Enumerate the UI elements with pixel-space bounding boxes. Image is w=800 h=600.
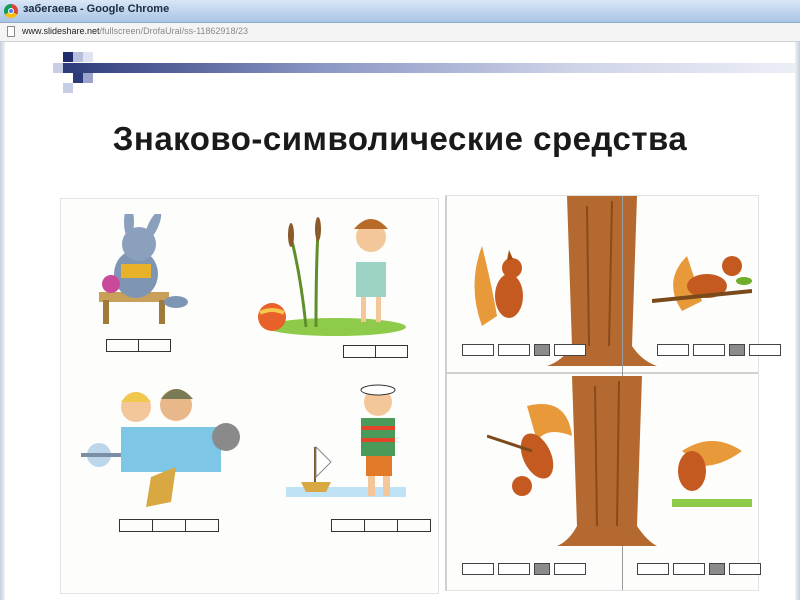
answer-box <box>462 344 494 356</box>
answer-box <box>693 344 725 356</box>
sailor-boy-with-boat-illustration <box>286 384 406 497</box>
panel-divider <box>447 372 758 374</box>
answer-box <box>554 344 586 356</box>
decor-square <box>63 52 73 62</box>
window-right-edge <box>795 0 800 600</box>
answer-box <box>554 563 586 575</box>
address-bar[interactable]: www.slideshare.net/fullscreen/DrofaUral/… <box>0 23 800 42</box>
scheme-lines <box>343 345 408 358</box>
answer-box <box>534 563 550 575</box>
illustration-panel-right <box>445 195 781 591</box>
decor-square <box>63 83 73 93</box>
answer-box <box>673 563 705 575</box>
decor-square <box>73 52 83 62</box>
answer-box <box>749 344 781 356</box>
answer-boxes-bottom <box>462 563 586 575</box>
illustration-panel-left <box>60 198 439 594</box>
squirrel-right-top-illustration <box>652 256 752 311</box>
answer-box <box>709 563 725 575</box>
answer-boxes-top <box>462 344 586 356</box>
girl-with-ball-illustration <box>258 217 406 336</box>
answer-box <box>534 344 550 356</box>
decor-square <box>83 73 93 83</box>
window-titlebar[interactable]: забегаева - Google Chrome <box>0 0 800 23</box>
slide-title: Знаково-символические средства <box>112 120 688 157</box>
chrome-icon <box>4 4 18 18</box>
url-text[interactable]: www.slideshare.net/fullscreen/DrofaUral/… <box>22 26 248 36</box>
decor-bar <box>63 63 795 73</box>
answer-box <box>657 344 689 356</box>
answer-boxes-top <box>657 344 781 356</box>
answer-box <box>462 563 494 575</box>
squirrel-right-bottom-illustration <box>672 441 752 507</box>
squirrel-left-bottom-illustration <box>487 404 572 496</box>
answer-box <box>498 344 530 356</box>
answer-box <box>729 344 745 356</box>
answer-box <box>729 563 761 575</box>
scheme-lines <box>331 519 431 532</box>
answer-box <box>498 563 530 575</box>
decor-square <box>53 63 63 73</box>
squirrel-left-top-illustration <box>474 246 523 326</box>
rabbit-on-bench-illustration <box>99 214 188 324</box>
decor-square <box>83 52 93 62</box>
slide: Знаково-символические средства <box>5 42 795 596</box>
page-icon <box>7 26 15 37</box>
scheme-lines <box>106 339 171 352</box>
window-title: забегаева - Google Chrome <box>23 3 170 15</box>
decor-square <box>73 73 83 83</box>
answer-box <box>637 563 669 575</box>
url-path: /fullscreen/DrofaUral/ss-11862918/23 <box>99 26 248 36</box>
children-in-car-illustration <box>81 389 240 507</box>
answer-boxes-bottom <box>637 563 761 575</box>
scheme-lines <box>119 519 219 532</box>
url-host: www.slideshare.net <box>22 26 100 36</box>
